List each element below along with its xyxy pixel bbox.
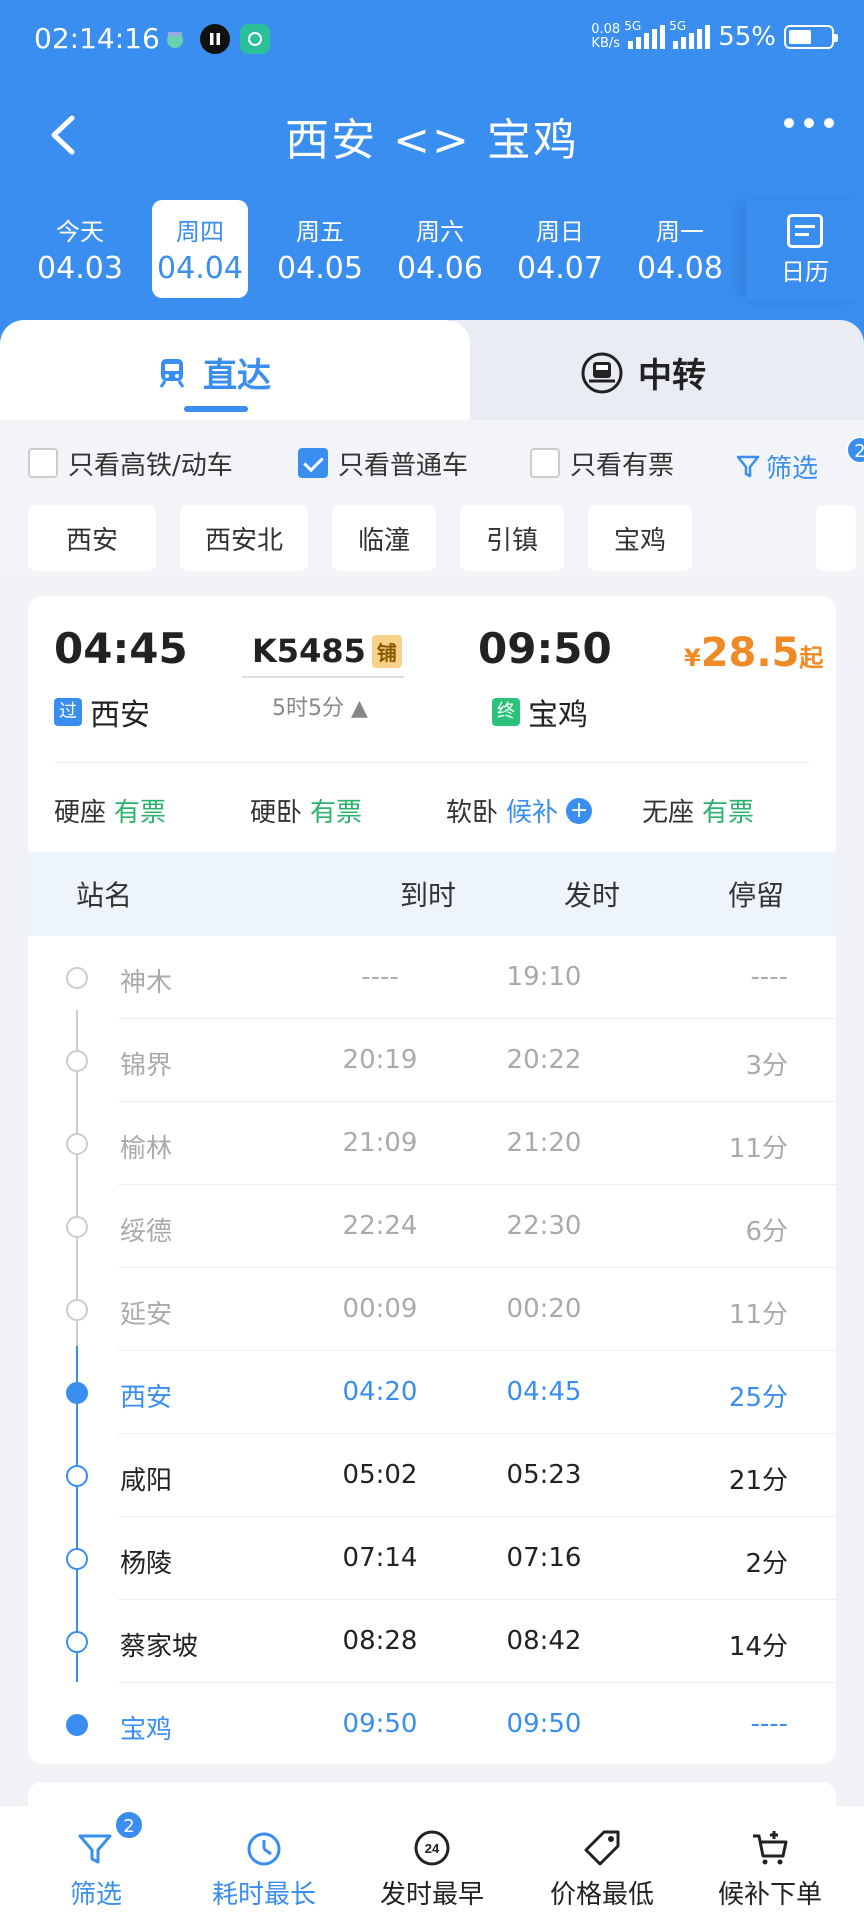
route-tabs: 直达 中转 [0,320,864,420]
seat-list: 硬座 有票 硬卧 有票 软卧 候补 + 无座 有票 [54,792,814,832]
robot-app-icon [160,24,190,54]
from-station: 过西安 [54,690,150,734]
calendar-icon [787,214,823,248]
seat-hard-sleeper[interactable]: 硬卧 有票 [250,792,362,829]
bottom-bar: 筛选 2 耗时最长 24 发时最早 价格最低 候补下单 [0,1806,864,1920]
table-row: 杨陵 07:14 07:16 2分 [28,1517,836,1600]
sort-longest-button[interactable]: 耗时最长 [178,1806,350,1920]
tab-direct-label: 直达 [203,356,271,396]
filter-panel: 只看高铁/动车 只看普通车 只看有票 筛选 2 西安 西安北 临潼 引镇 宝鸡 [0,420,864,580]
plus-icon[interactable]: + [566,797,593,824]
transfer-icon [581,352,623,393]
status-bar: 02:14:16 0.08 KB/s 5G 5G 55% [0,0,864,80]
to-station: 终宝鸡 [492,690,588,734]
station-chip[interactable]: 临潼 [332,505,436,571]
calendar-button[interactable]: 日历 [746,200,864,300]
train-number: K5485 铺 [252,632,402,670]
signal-icon: 5G [669,19,711,49]
sort-earliest-button[interactable]: 24 发时最早 [346,1806,518,1920]
duration-toggle[interactable]: 5时5分 ▲ [272,690,368,722]
table-row: 延安 00:09 00:20 11分 [28,1268,836,1351]
svg-text:24: 24 [425,1841,440,1856]
green-app-icon [240,24,270,54]
date-tab[interactable]: 今天 04.03 [32,200,128,298]
tab-direct[interactable]: 直达 [155,348,271,397]
tab-underline [184,406,248,412]
station-chip[interactable]: 引镇 [460,505,564,571]
more-icon[interactable] [784,118,834,128]
filter-high-speed[interactable]: 只看高铁/动车 [28,445,233,482]
filter-row: 只看高铁/动车 只看普通车 只看有票 筛选 2 [28,436,864,488]
terminal-tag: 终 [492,698,520,726]
sift-button[interactable]: 筛选 [736,448,818,485]
clock-24-icon: 24 [414,1830,450,1866]
train-card[interactable]: 04:45 K5485 铺 5时5分 ▲ 09:50 ¥28.5 起 过西安 终宝鸡… [28,596,836,1764]
checkbox-checked[interactable] [298,448,328,478]
status-time: 02:14:16 [34,22,160,55]
table-row: 锦界 20:19 20:22 3分 [28,1019,836,1102]
pause-app-icon [200,24,230,54]
status-app-icons [160,24,270,54]
triangle-up-icon: ▲ [351,696,368,721]
date-tab-selected[interactable]: 周四 04.04 [152,200,248,298]
pass-tag: 过 [54,698,82,726]
filter-count-badge: 2 [114,1810,144,1840]
price: ¥28.5 起 [684,630,824,676]
table-row: 神木 ---- 19:10 ---- [28,936,836,1019]
date-tab[interactable]: 周五 04.05 [272,200,368,298]
stops-table-header: 站名 到时 发时 停留 [28,852,836,936]
cart-plus-icon [753,1831,788,1865]
departure-time: 04:45 [54,624,188,673]
bottom-filter-button[interactable]: 筛选 2 [10,1806,182,1920]
sift-count-badge: 2 [846,436,864,464]
checkbox[interactable] [530,448,560,478]
date-selector: 今天 04.03 周四 04.04 周五 04.05 周六 04.06 周日 04.07 … [0,200,864,300]
timer-icon [247,1832,281,1866]
checkbox[interactable] [28,448,58,478]
funnel-icon [78,1834,112,1864]
arrival-time: 09:50 [478,624,612,673]
divider [54,762,810,763]
tab-transfer-label: 中转 [638,356,706,396]
date-tab[interactable]: 周一 04.08 [632,200,728,298]
station-chip-partial[interactable] [816,505,856,571]
header: 02:14:16 0.08 KB/s 5G 5G 55% 西安 <> 宝鸡 今天 0… [0,0,864,360]
net-speed: 0.08 KB/s [591,22,621,51]
status-right: 0.08 KB/s 5G 5G 55% [591,19,838,52]
date-tab[interactable]: 周六 04.06 [392,200,488,298]
table-row: 绥德 22:24 22:30 6分 [28,1185,836,1268]
station-chip[interactable]: 宝鸡 [588,505,692,571]
table-row: 榆林 21:09 21:20 11分 [28,1102,836,1185]
seat-soft-sleeper[interactable]: 软卧 候补 + [446,792,593,829]
station-chips: 西安 西安北 临潼 引镇 宝鸡 [28,505,864,571]
funnel-icon [736,455,760,477]
signal-icon: 5G [624,19,666,49]
sort-cheapest-button[interactable]: 价格最低 [516,1806,688,1920]
page-title: 西安 <> 宝鸡 [285,115,579,166]
date-tab[interactable]: 周日 04.07 [512,200,608,298]
filter-available[interactable]: 只看有票 [530,445,674,482]
tab-transfer[interactable]: 中转 [580,348,706,397]
filter-normal[interactable]: 只看普通车 [298,445,468,482]
battery-icon [784,25,838,49]
battery-percent: 55% [718,22,776,52]
waitlist-button[interactable]: 候补下单 [684,1806,856,1920]
table-row-boarding: 西安 04:20 04:45 25分 [28,1351,836,1434]
train-icon [159,358,185,388]
price-tag-icon [584,1830,620,1866]
berth-tag: 铺 [371,634,402,668]
table-row: 蔡家坡 08:28 08:42 14分 [28,1600,836,1683]
table-row-alighting: 宝鸡 09:50 09:50 ---- [28,1683,836,1766]
calendar-label: 日历 [781,258,829,286]
station-chip[interactable]: 西安北 [180,505,308,571]
station-chip[interactable]: 西安 [28,505,156,571]
seat-hard-seat[interactable]: 硬座 有票 [54,792,166,829]
seat-no-seat[interactable]: 无座 有票 [642,792,754,829]
table-row: 咸阳 05:02 05:23 21分 [28,1434,836,1517]
train-line [242,676,404,678]
